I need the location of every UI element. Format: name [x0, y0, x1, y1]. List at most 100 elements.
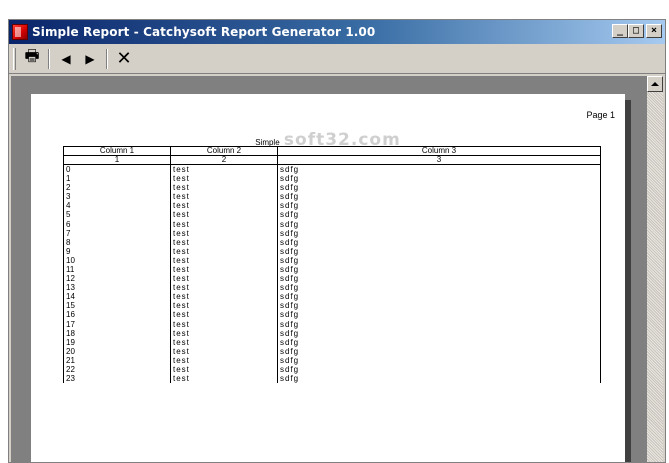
- table-cell: 0: [63, 164, 171, 174]
- table-row: 14 test sdfg: [63, 292, 601, 302]
- table-cell: test: [170, 255, 278, 265]
- table-cell: 4: [63, 201, 171, 211]
- table-row: 18 test sdfg: [63, 328, 601, 338]
- table-row: 1 test sdfg: [63, 174, 601, 184]
- table-cell: test: [170, 355, 278, 365]
- table-row: 16 test sdfg: [63, 310, 601, 320]
- table-row: 7 test sdfg: [63, 228, 601, 238]
- table-cell: sdfg: [277, 328, 601, 338]
- table-cell: sdfg: [277, 228, 601, 238]
- table-cell: sdfg: [277, 274, 601, 284]
- table-row: 10 test sdfg: [63, 255, 601, 265]
- vertical-scrollbar[interactable]: [647, 76, 663, 462]
- column-subheader: 2: [170, 155, 278, 165]
- scroll-up-button[interactable]: [647, 76, 663, 92]
- table-cell: 1: [63, 174, 171, 184]
- table-cell: 5: [63, 210, 171, 220]
- table-row: 6 test sdfg: [63, 219, 601, 229]
- table-cell: test: [170, 283, 278, 293]
- table-cell: test: [170, 319, 278, 329]
- toolbar-grip[interactable]: [13, 47, 16, 70]
- table-cell: sdfg: [277, 192, 601, 202]
- window-controls: _ □ ×: [612, 24, 662, 38]
- table-cell: 6: [63, 219, 171, 229]
- table-row: 0 test sdfg: [63, 164, 601, 174]
- table-cell: 22: [63, 364, 171, 375]
- toolbar: 🖶 ◀ ▶ ✕: [9, 44, 665, 74]
- table-cell: test: [170, 246, 278, 256]
- table-row: 22 test sdfg: [63, 364, 601, 375]
- table-cell: 10: [63, 255, 171, 265]
- table-row: 17 test sdfg: [63, 319, 601, 329]
- title-bar[interactable]: Simple Report - Catchysoft Report Genera…: [9, 20, 665, 44]
- table-cell: 8: [63, 237, 171, 247]
- table-row: 19 test sdfg: [63, 337, 601, 347]
- table-cell: sdfg: [277, 319, 601, 329]
- table-row: 9 test sdfg: [63, 246, 601, 256]
- table-cell: sdfg: [277, 301, 601, 311]
- table-cell: sdfg: [277, 310, 601, 320]
- close-icon[interactable]: ✕: [112, 47, 136, 71]
- table-cell: test: [170, 337, 278, 347]
- table-cell: test: [170, 310, 278, 320]
- table-cell: 7: [63, 228, 171, 238]
- table-cell: 21: [63, 355, 171, 365]
- table-cell: sdfg: [277, 355, 601, 365]
- maximize-button[interactable]: □: [628, 24, 644, 38]
- table-cell: 11: [63, 264, 171, 275]
- table-cell: 2: [63, 183, 171, 193]
- table-cell: test: [170, 201, 278, 211]
- table-cell: test: [170, 328, 278, 338]
- table-cell: 13: [63, 283, 171, 293]
- table-cell: 16: [63, 310, 171, 320]
- table-cell: 23: [63, 374, 171, 384]
- table-cell: 14: [63, 292, 171, 302]
- table-row: 4 test sdfg: [63, 201, 601, 211]
- table-cell: sdfg: [277, 264, 601, 275]
- table-cell: test: [170, 228, 278, 238]
- table-row: 21 test sdfg: [63, 355, 601, 365]
- table-row: 5 test sdfg: [63, 210, 601, 220]
- toolbar-separator: [48, 48, 50, 69]
- table-cell: sdfg: [277, 246, 601, 256]
- table-cell: 15: [63, 301, 171, 311]
- table-row: 13 test sdfg: [63, 283, 601, 293]
- table-cell: test: [170, 301, 278, 311]
- toolbar-separator: [106, 48, 108, 69]
- up-arrow-icon: [651, 82, 659, 86]
- table-row: 8 test sdfg: [63, 237, 601, 247]
- table-cell: sdfg: [277, 283, 601, 293]
- preview-area[interactable]: Page 1 Simple soft32.com Column 1 Column…: [11, 76, 647, 462]
- table-cell: sdfg: [277, 337, 601, 347]
- table-row: 11 test sdfg: [63, 264, 601, 275]
- table-cell: sdfg: [277, 174, 601, 184]
- table-cell: sdfg: [277, 164, 601, 174]
- table-cell: sdfg: [277, 364, 601, 375]
- minimize-button[interactable]: _: [612, 24, 628, 38]
- column-subheader: 3: [277, 155, 601, 165]
- close-window-button[interactable]: ×: [646, 24, 662, 38]
- left-arrow-icon[interactable]: ◀: [54, 47, 78, 71]
- printer-icon[interactable]: 🖶: [20, 47, 44, 71]
- window-title: Simple Report - Catchysoft Report Genera…: [32, 25, 376, 39]
- app-icon: [12, 24, 28, 40]
- table-cell: sdfg: [277, 237, 601, 247]
- table-cell: test: [170, 219, 278, 229]
- header-row: Column 1 Column 2 Column 3: [63, 146, 601, 156]
- table-cell: 3: [63, 192, 171, 202]
- app-window: Simple Report - Catchysoft Report Genera…: [8, 19, 666, 463]
- table-row: 3 test sdfg: [63, 192, 601, 202]
- table-cell: sdfg: [277, 201, 601, 211]
- table-cell: test: [170, 174, 278, 184]
- table-cell: test: [170, 364, 278, 375]
- table-cell: 18: [63, 328, 171, 338]
- right-arrow-icon[interactable]: ▶: [78, 47, 102, 71]
- table-cell: sdfg: [277, 374, 601, 384]
- report-page: Page 1 Simple soft32.com Column 1 Column…: [31, 94, 625, 462]
- report-table: Column 1 Column 2 Column 3 1 2 3 0 test sd…: [63, 146, 601, 384]
- table-row: 12 test sdfg: [63, 274, 601, 284]
- table-cell: test: [170, 274, 278, 284]
- table-row: 23 test sdfg: [63, 374, 601, 384]
- table-cell: sdfg: [277, 255, 601, 265]
- page-number: Page 1: [586, 110, 615, 120]
